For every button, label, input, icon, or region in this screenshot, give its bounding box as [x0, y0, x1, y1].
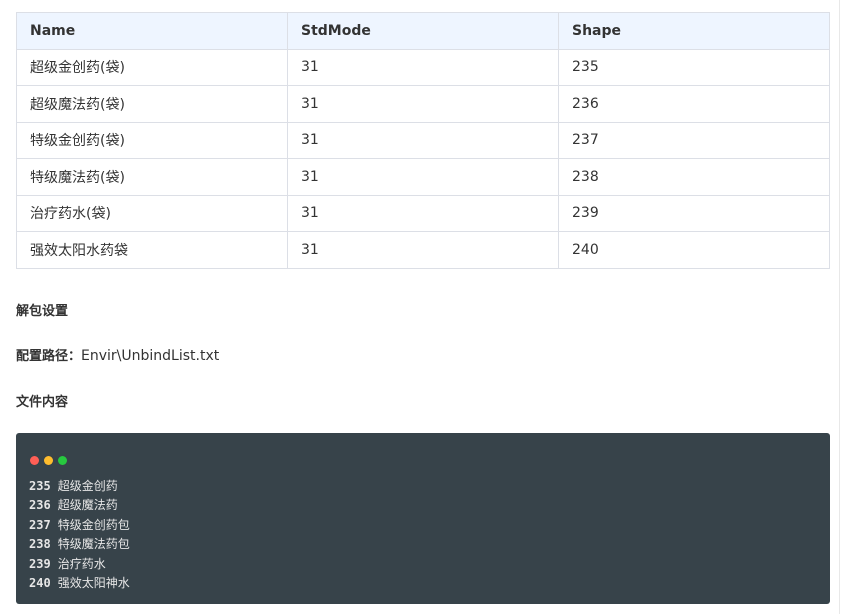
code-line: 240 强效太阳神水 — [29, 574, 130, 593]
code-line: 235 超级金创药 — [29, 477, 130, 496]
column-header-name: Name — [16, 12, 288, 50]
code-line-number: 238 — [29, 537, 51, 552]
item-table: Name StdMode Shape 超级金创药(袋) 31 235 超级魔法药… — [16, 12, 830, 269]
minimize-dot-icon — [44, 456, 53, 465]
config-path-label: 配置路径： — [16, 349, 82, 364]
cell-stdmode: 31 — [287, 85, 559, 123]
page-scroll-edge — [839, 0, 840, 614]
unbind-section-title: 解包设置 — [16, 304, 69, 319]
file-content-title: 文件内容 — [16, 395, 69, 410]
table-row: 治疗药水(袋) 31 239 — [16, 194, 830, 232]
code-line-number: 236 — [29, 498, 51, 513]
cell-stdmode: 31 — [287, 48, 559, 86]
cell-name: 超级魔法药(袋) — [16, 85, 288, 123]
cell-name: 特级金创药(袋) — [16, 121, 288, 159]
window-controls — [30, 456, 72, 465]
code-lines: 235 超级金创药 236 超级魔法药 237 特级金创药包 238 特级魔法药包 23… — [29, 477, 130, 593]
maximize-dot-icon — [58, 456, 67, 465]
code-line-text: 特级金创药包 — [57, 517, 130, 532]
cell-shape: 237 — [558, 121, 830, 159]
code-block: 235 超级金创药 236 超级魔法药 237 特级金创药包 238 特级魔法药包 23… — [16, 433, 830, 604]
column-header-stdmode: StdMode — [287, 12, 559, 50]
code-line-text: 超级魔法药 — [57, 498, 118, 513]
config-path-line: 配置路径：Envir\UnbindList.txt — [16, 345, 219, 364]
code-line-number: 240 — [29, 576, 51, 591]
code-line-text: 特级魔法药包 — [57, 537, 130, 552]
table-row: 特级魔法药(袋) 31 238 — [16, 158, 830, 196]
code-line: 237 特级金创药包 — [29, 516, 130, 535]
table-row: 超级金创药(袋) 31 235 — [16, 48, 830, 86]
document-content: Name StdMode Shape 超级金创药(袋) 31 235 超级魔法药… — [16, 12, 830, 604]
cell-stdmode: 31 — [287, 121, 559, 159]
code-line-text: 治疗药水 — [57, 556, 106, 571]
table-row: 超级魔法药(袋) 31 236 — [16, 85, 830, 123]
code-line-number: 237 — [29, 517, 51, 532]
code-line: 236 超级魔法药 — [29, 496, 130, 515]
cell-stdmode: 31 — [287, 194, 559, 232]
close-dot-icon — [30, 456, 39, 465]
code-line-text: 强效太阳神水 — [57, 576, 130, 591]
cell-stdmode: 31 — [287, 158, 559, 196]
cell-name: 特级魔法药(袋) — [16, 158, 288, 196]
config-path-value: Envir\UnbindList.txt — [81, 348, 220, 364]
code-line-number: 239 — [29, 556, 51, 571]
cell-shape: 238 — [558, 158, 830, 196]
cell-shape: 239 — [558, 194, 830, 232]
code-line: 238 特级魔法药包 — [29, 535, 130, 554]
cell-name: 治疗药水(袋) — [16, 194, 288, 232]
code-line-text: 超级金创药 — [57, 479, 118, 493]
cell-shape: 240 — [558, 231, 830, 269]
table-row: 特级金创药(袋) 31 237 — [16, 121, 830, 159]
cell-shape: 236 — [558, 85, 830, 123]
code-line: 239 治疗药水 — [29, 555, 130, 574]
cell-stdmode: 31 — [287, 231, 559, 269]
column-header-shape: Shape — [558, 12, 830, 50]
table-row: 强效太阳水药袋 31 240 — [16, 231, 830, 269]
cell-name: 超级金创药(袋) — [16, 48, 288, 86]
table-header-row: Name StdMode Shape — [16, 12, 830, 50]
cell-shape: 235 — [558, 48, 830, 86]
code-line-number: 235 — [29, 479, 51, 493]
cell-name: 强效太阳水药袋 — [16, 231, 288, 269]
